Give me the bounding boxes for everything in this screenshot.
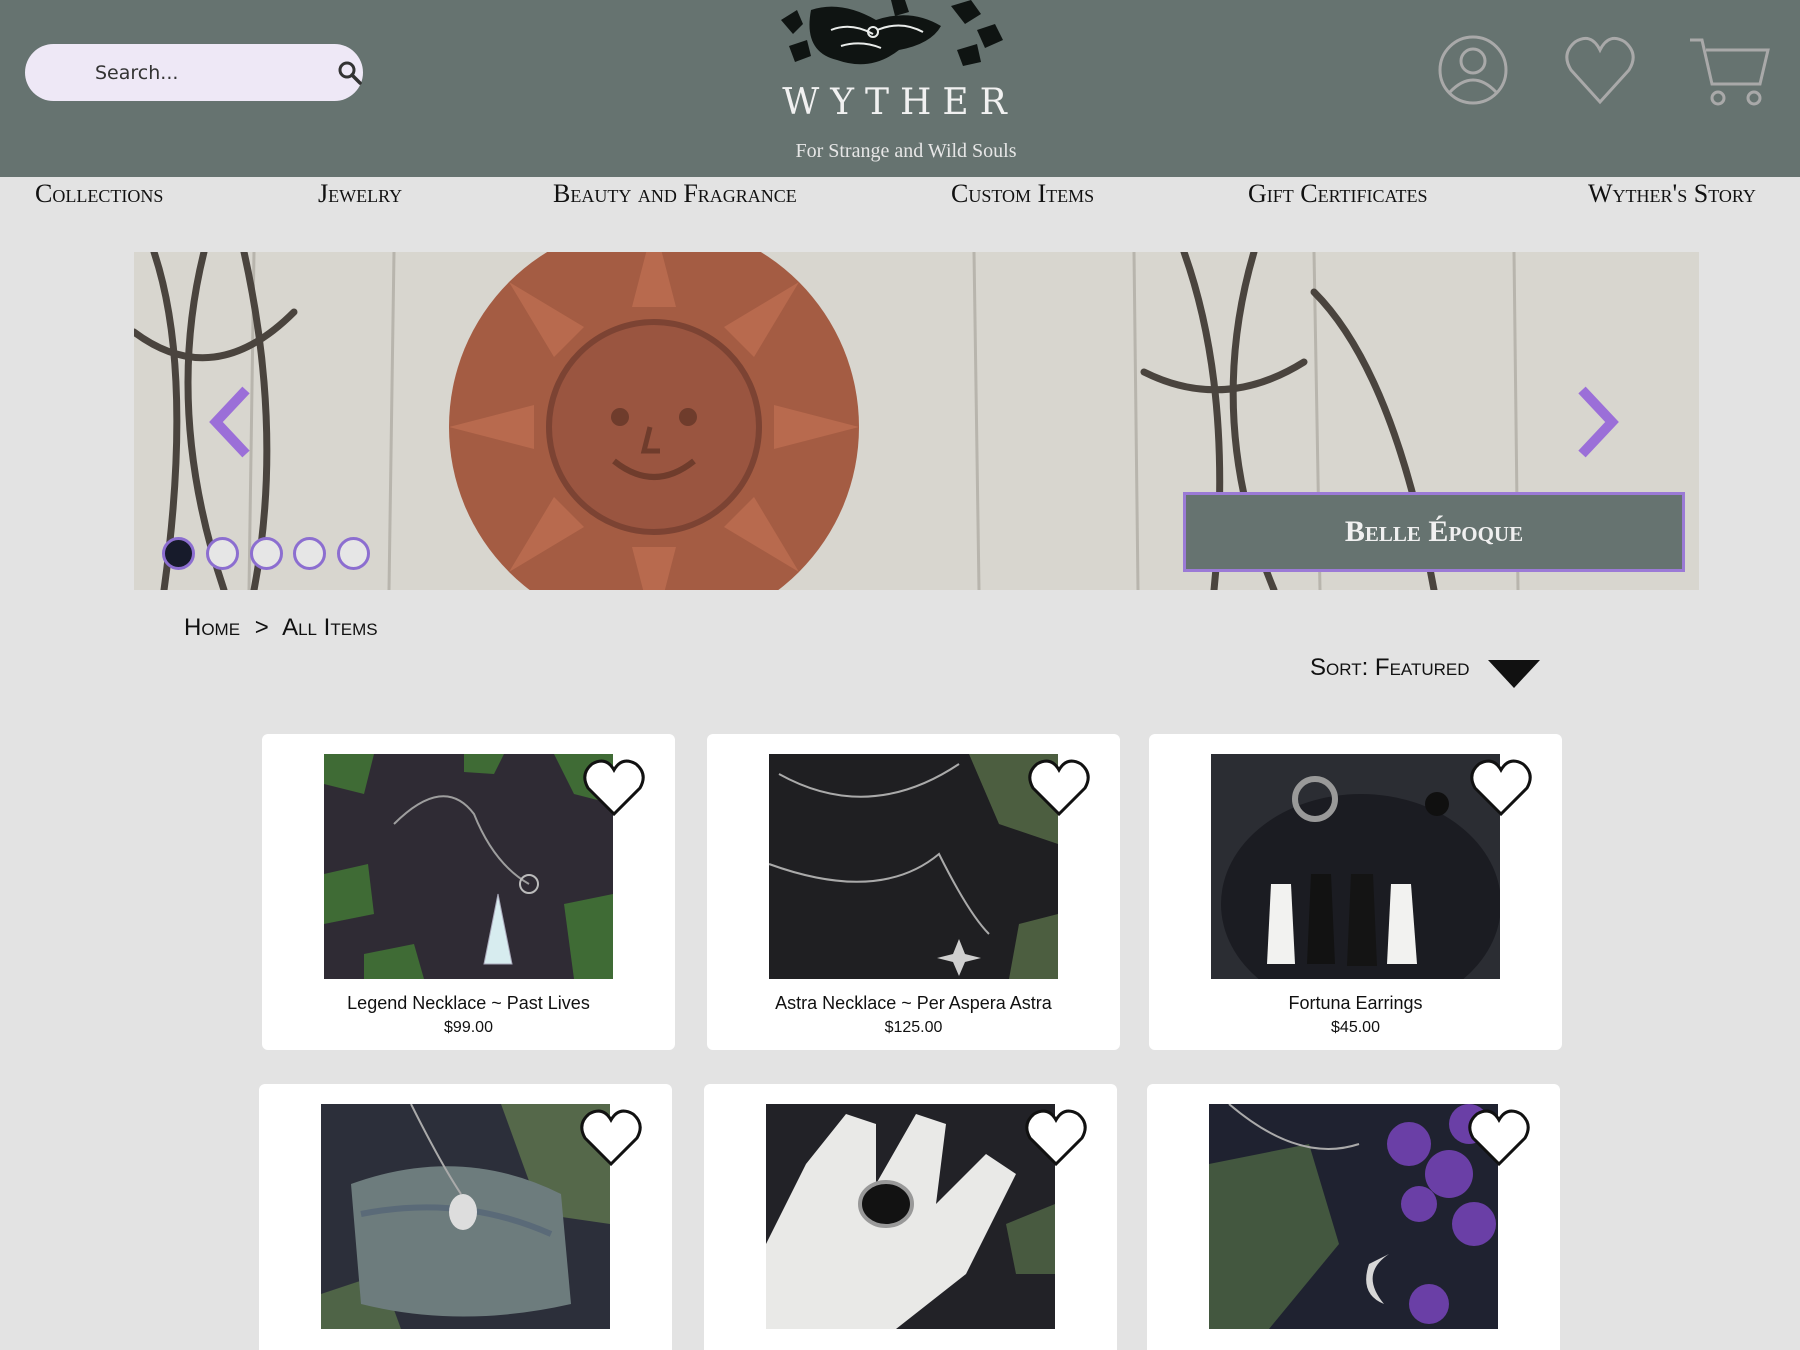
- sort-dropdown-triangle-icon[interactable]: [1488, 660, 1540, 688]
- main-nav: Collections Jewelry Beauty and Fragrance…: [0, 177, 1800, 213]
- breadcrumb: Home > All Items: [184, 614, 386, 642]
- account-icon[interactable]: [1437, 34, 1509, 106]
- search-bar[interactable]: [25, 44, 363, 101]
- product-card[interactable]: [259, 1084, 672, 1350]
- product-card[interactable]: Fortuna Earrings $45.00: [1149, 734, 1562, 1050]
- product-image[interactable]: [1211, 754, 1500, 979]
- favorite-heart-icon[interactable]: [1024, 1108, 1088, 1166]
- cart-icon[interactable]: [1688, 36, 1770, 108]
- nav-gift-certificates[interactable]: Gift Certificates: [1248, 179, 1428, 209]
- wishlist-heart-icon[interactable]: [1563, 34, 1637, 106]
- carousel-prev-arrow[interactable]: [202, 382, 262, 462]
- brand-tagline: For Strange and Wild Souls: [795, 140, 1017, 162]
- carousel-dot-5[interactable]: [337, 537, 370, 570]
- product-image[interactable]: [324, 754, 613, 979]
- breadcrumb-current: All Items: [282, 614, 378, 641]
- product-name[interactable]: Fortuna Earrings: [1149, 993, 1562, 1014]
- product-image[interactable]: [766, 1104, 1055, 1329]
- favorite-heart-icon[interactable]: [582, 758, 646, 816]
- breadcrumb-separator: >: [254, 614, 269, 641]
- search-input[interactable]: [95, 59, 315, 87]
- nav-wythers-story[interactable]: Wyther's Story: [1588, 179, 1756, 209]
- sort-label[interactable]: Sort: Featured: [1310, 654, 1470, 682]
- product-image[interactable]: [321, 1104, 610, 1329]
- product-image[interactable]: [1209, 1104, 1498, 1329]
- product-card[interactable]: Legend Necklace ~ Past Lives $99.00: [262, 734, 675, 1050]
- logo-hands-ivy[interactable]: [781, 0, 1011, 84]
- carousel-dot-1[interactable]: [162, 537, 195, 570]
- nav-beauty-fragrance[interactable]: Beauty and Fragrance: [553, 179, 797, 209]
- favorite-heart-icon[interactable]: [579, 1108, 643, 1166]
- product-card[interactable]: [704, 1084, 1117, 1350]
- hero-carousel[interactable]: Belle Époque: [134, 252, 1699, 590]
- product-name[interactable]: Legend Necklace ~ Past Lives: [262, 993, 675, 1014]
- nav-jewelry[interactable]: Jewelry: [318, 179, 402, 209]
- site-header: WYTHER For Strange and Wild Souls: [0, 0, 1800, 177]
- carousel-dot-3[interactable]: [250, 537, 283, 570]
- favorite-heart-icon[interactable]: [1467, 1108, 1531, 1166]
- carousel-next-arrow[interactable]: [1566, 382, 1626, 462]
- product-price: $99.00: [444, 1019, 493, 1036]
- favorite-heart-icon[interactable]: [1469, 758, 1533, 816]
- product-card[interactable]: Astra Necklace ~ Per Aspera Astra $125.0…: [707, 734, 1120, 1050]
- carousel-caption-button[interactable]: Belle Époque: [1183, 492, 1685, 572]
- product-image[interactable]: [769, 754, 1058, 979]
- product-name[interactable]: Astra Necklace ~ Per Aspera Astra: [707, 993, 1120, 1014]
- nav-collections[interactable]: Collections: [35, 179, 163, 209]
- product-card[interactable]: [1147, 1084, 1560, 1350]
- product-price: $125.00: [884, 1019, 943, 1036]
- carousel-dot-2[interactable]: [206, 537, 239, 570]
- brand-name: WYTHER: [782, 82, 1018, 123]
- nav-custom-items[interactable]: Custom Items: [951, 179, 1094, 209]
- breadcrumb-home[interactable]: Home: [184, 614, 240, 641]
- carousel-dot-4[interactable]: [293, 537, 326, 570]
- search-icon[interactable]: [337, 60, 363, 86]
- favorite-heart-icon[interactable]: [1027, 758, 1091, 816]
- product-price: $45.00: [1331, 1019, 1380, 1036]
